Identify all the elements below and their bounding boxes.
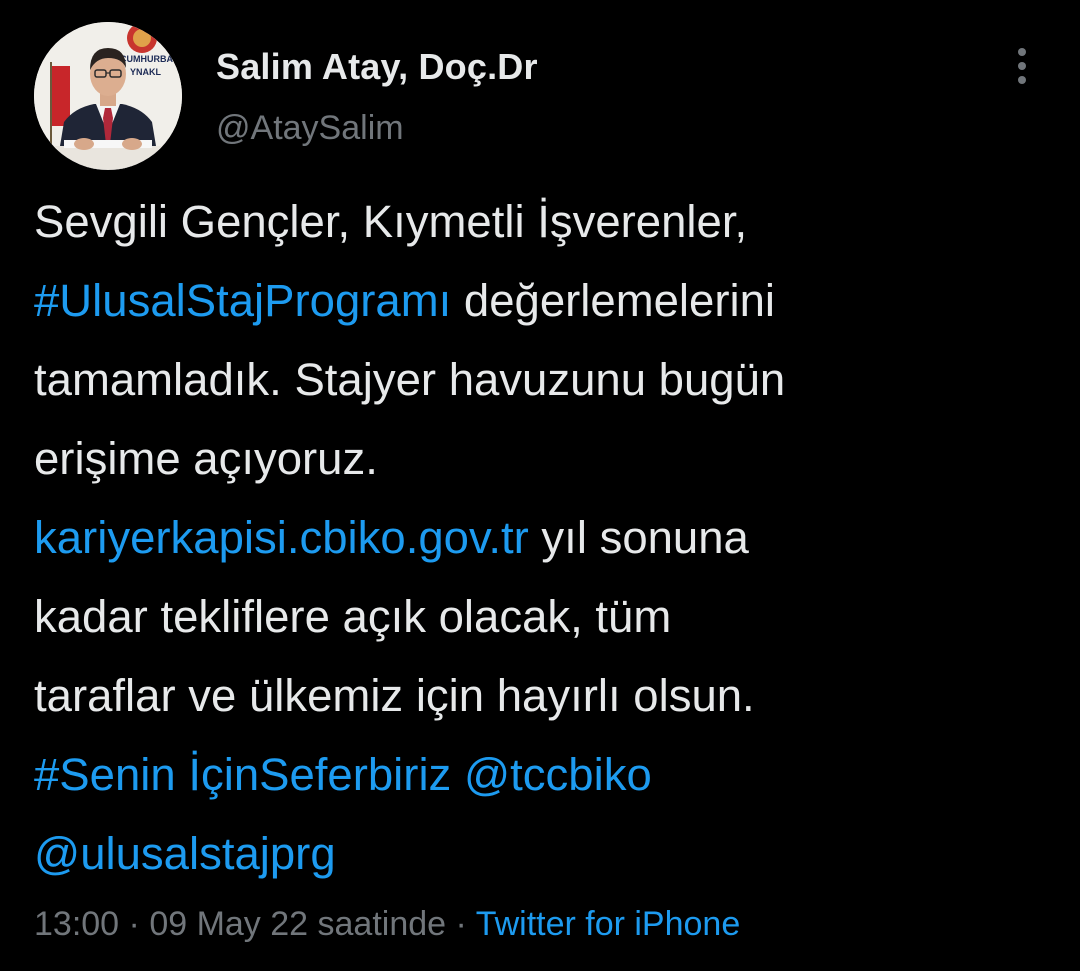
- meta-separator: ·: [446, 905, 476, 943]
- hashtag-link[interactable]: #UlusalStajProgramı: [34, 275, 451, 326]
- tweet-source-link[interactable]: Twitter for iPhone: [476, 905, 741, 943]
- vertical-ellipsis-icon: [1018, 48, 1026, 84]
- avatar-sign-line-1: CUMHURBA: [120, 54, 173, 64]
- author-handle[interactable]: @AtaySalim: [216, 108, 538, 148]
- avatar[interactable]: CUMHURBA YNAKL: [34, 22, 182, 170]
- tweet-body-line: #UlusalStajProgramı değerlemelerini: [34, 261, 1054, 340]
- mention-link[interactable]: @ulusalstajprg: [34, 828, 336, 879]
- tweet-text-segment: yıl sonuna: [528, 512, 749, 563]
- tweet-header: CUMHURBA YNAKL Salim Atay, Doç.Dr @AtayS…: [34, 22, 1046, 172]
- avatar-sign-line-2: YNAKL: [130, 67, 162, 77]
- tweet-body-line: erişime açıyoruz.: [34, 419, 1054, 498]
- tweet-body-line: kariyerkapisi.cbiko.gov.tr yıl sonuna: [34, 498, 1054, 577]
- tweet-time[interactable]: 13:00: [34, 905, 119, 943]
- tweet-text-segment: tamamladık. Stajyer havuzunu bugün: [34, 354, 786, 405]
- tweet-body: Sevgili Gençler, Kıymetli İşverenler, #Ul…: [34, 182, 1054, 893]
- tweet-body-line: kadar tekliflere açık olacak, tüm: [34, 577, 1054, 656]
- tweet-body-line: Sevgili Gençler, Kıymetli İşverenler,: [34, 182, 1054, 261]
- more-options-button[interactable]: [998, 42, 1046, 90]
- tweet-text-segment: erişime açıyoruz.: [34, 433, 378, 484]
- url-link[interactable]: kariyerkapisi.cbiko.gov.tr: [34, 512, 529, 563]
- tweet-text-segment: taraflar ve ülkemiz için hayırlı olsun.: [34, 670, 755, 721]
- tweet-body-line: taraflar ve ülkemiz için hayırlı olsun.: [34, 656, 1054, 735]
- mention-link[interactable]: @tccbiko: [464, 749, 652, 800]
- tweet-body-line: #Senin İçinSeferbiriz @tccbiko: [34, 735, 1054, 814]
- hashtag-link[interactable]: #Senin İçinSeferbiriz: [34, 749, 451, 800]
- tweet-date[interactable]: 09 May 22 saatinde: [149, 905, 446, 943]
- tweet-text-segment: değerlemelerini: [451, 275, 775, 326]
- author-identity: Salim Atay, Doç.Dr @AtaySalim: [216, 46, 538, 148]
- meta-separator: ·: [119, 905, 150, 943]
- profile-photo: CUMHURBA YNAKL: [34, 22, 182, 170]
- tweet: CUMHURBA YNAKL Salim Atay, Doç.Dr @AtayS…: [0, 0, 1080, 971]
- tweet-text-segment: [451, 749, 464, 800]
- tweet-text-segment: kadar tekliflere açık olacak, tüm: [34, 591, 672, 642]
- tweet-body-line: tamamladık. Stajyer havuzunu bugün: [34, 340, 1054, 419]
- tweet-body-line: @ulusalstajprg: [34, 814, 1054, 893]
- tweet-text-segment: Sevgili Gençler, Kıymetli İşverenler,: [34, 196, 748, 247]
- tweet-meta: 13:00 · 09 May 22 saatinde · Twitter for…: [34, 898, 740, 950]
- author-display-name[interactable]: Salim Atay, Doç.Dr: [216, 46, 538, 88]
